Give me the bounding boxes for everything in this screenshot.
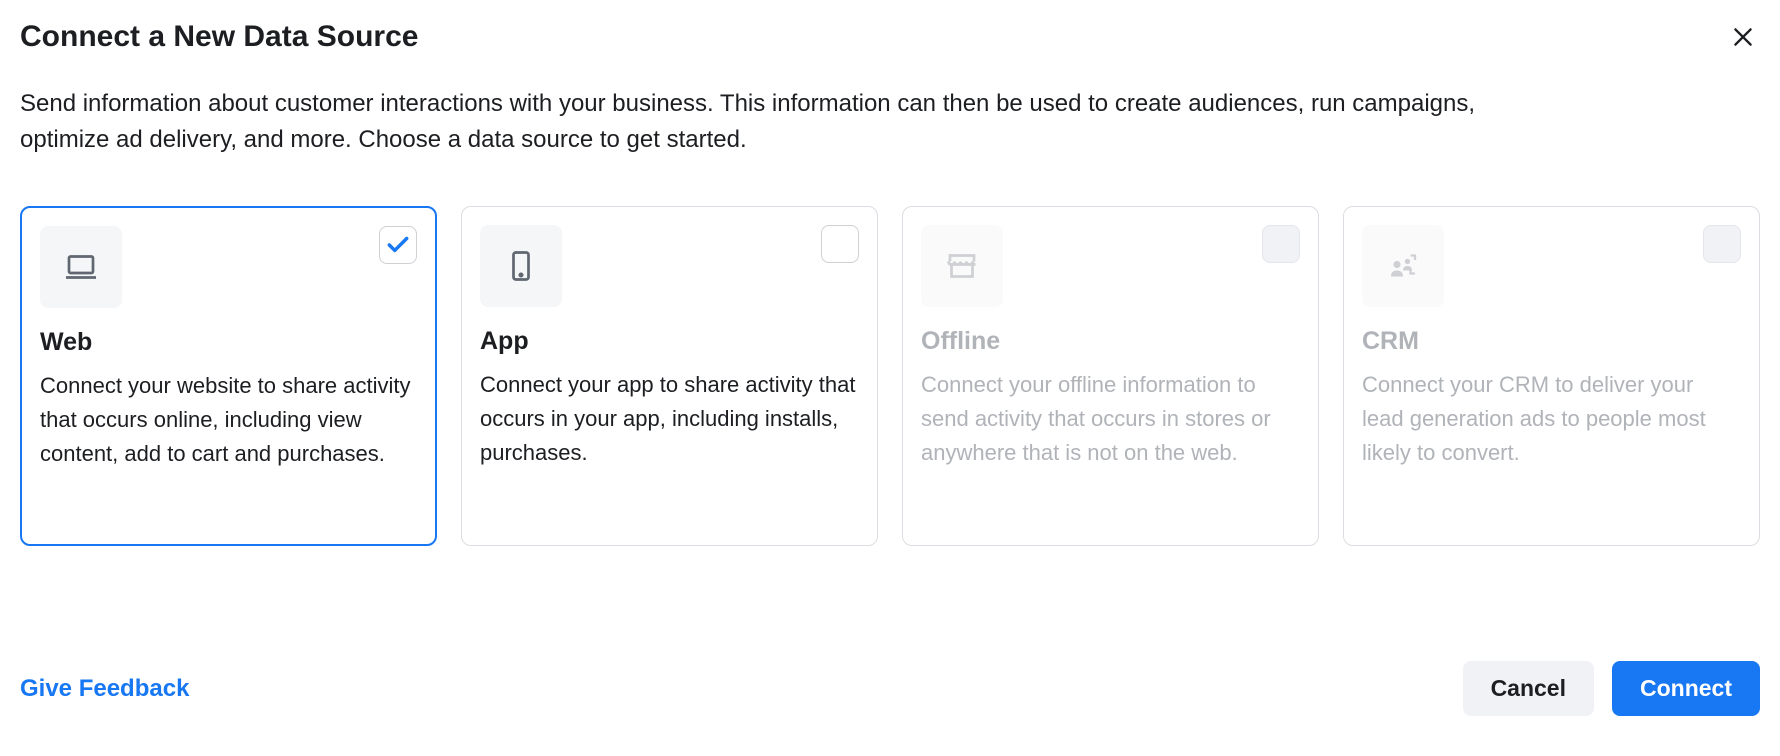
web-icon-box <box>40 226 122 308</box>
card-crm-title: CRM <box>1362 327 1741 356</box>
card-offline-desc: Connect your offline information to send… <box>921 368 1300 470</box>
cancel-button[interactable]: Cancel <box>1463 661 1594 716</box>
card-crm[interactable]: CRM Connect your CRM to deliver your lea… <box>1343 206 1760 546</box>
card-web-title: Web <box>40 328 417 357</box>
give-feedback-link[interactable]: Give Feedback <box>20 675 189 703</box>
close-button[interactable] <box>1726 20 1760 54</box>
card-app-checkbox[interactable] <box>821 225 859 263</box>
laptop-icon <box>63 249 99 285</box>
data-source-cards: Web Connect your website to share activi… <box>20 206 1760 546</box>
card-offline[interactable]: Offline Connect your offline information… <box>902 206 1319 546</box>
card-app[interactable]: App Connect your app to share activity t… <box>461 206 878 546</box>
card-top <box>480 225 859 307</box>
footer-buttons: Cancel Connect <box>1463 661 1760 716</box>
mobile-icon <box>503 248 539 284</box>
card-top <box>921 225 1300 307</box>
card-top <box>1362 225 1741 307</box>
modal-header: Connect a New Data Source <box>20 20 1760 54</box>
offline-icon-box <box>921 225 1003 307</box>
card-web-desc: Connect your website to share activity t… <box>40 369 417 471</box>
card-crm-checkbox[interactable] <box>1703 225 1741 263</box>
card-offline-title: Offline <box>921 327 1300 356</box>
card-app-title: App <box>480 327 859 356</box>
card-offline-checkbox[interactable] <box>1262 225 1300 263</box>
card-app-desc: Connect your app to share activity that … <box>480 368 859 470</box>
connect-button[interactable]: Connect <box>1612 661 1760 716</box>
crm-icon-box <box>1362 225 1444 307</box>
card-web-checkbox[interactable] <box>379 226 417 264</box>
modal-footer: Give Feedback Cancel Connect <box>20 661 1760 716</box>
page-title: Connect a New Data Source <box>20 20 418 54</box>
card-web[interactable]: Web Connect your website to share activi… <box>20 206 437 546</box>
card-crm-desc: Connect your CRM to deliver your lead ge… <box>1362 368 1741 470</box>
check-icon <box>385 232 411 258</box>
app-icon-box <box>480 225 562 307</box>
card-top <box>40 226 417 308</box>
store-icon <box>944 248 980 284</box>
close-icon <box>1730 24 1756 50</box>
people-sync-icon <box>1385 248 1421 284</box>
page-description: Send information about customer interact… <box>20 86 1520 158</box>
